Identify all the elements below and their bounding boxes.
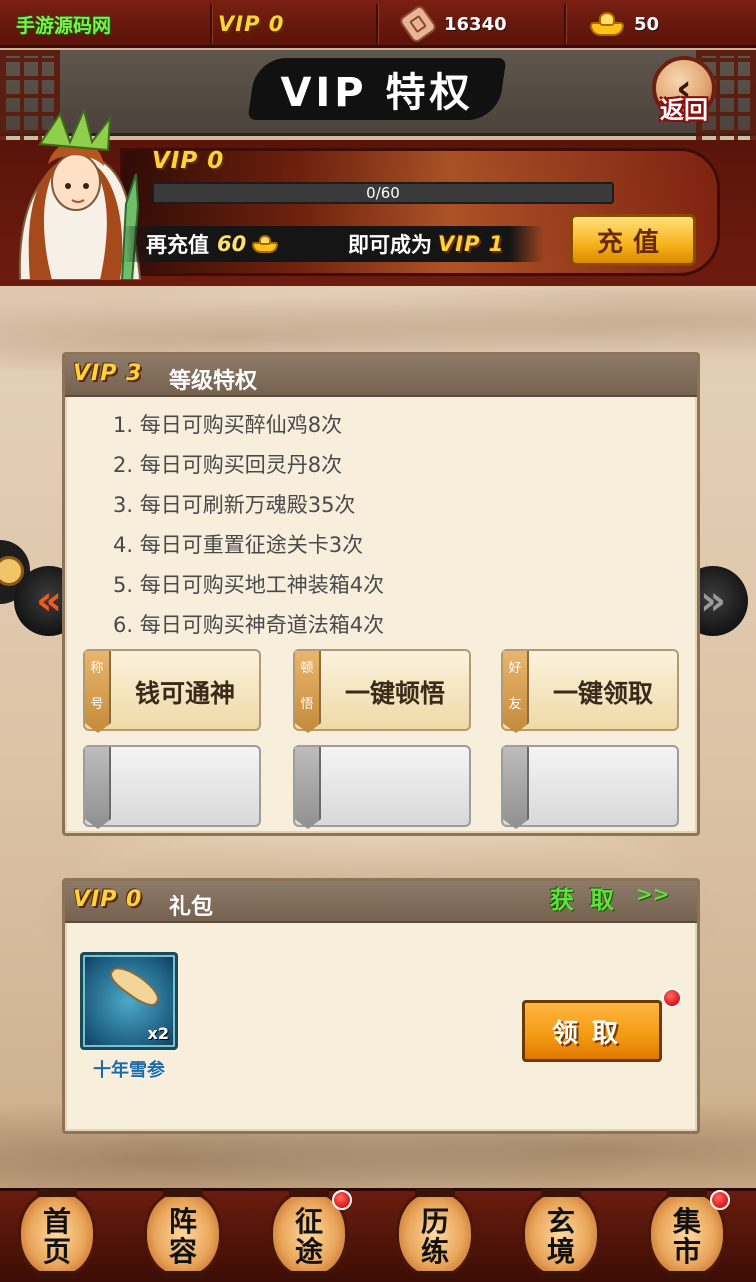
divider: [376, 4, 378, 44]
notification-dot: [332, 1190, 352, 1210]
privilege-tile-empty: [501, 745, 679, 829]
privilege-item: 2. 每日可购买回灵丹8次: [113, 453, 343, 477]
nav-label: 阵容: [168, 1205, 197, 1268]
divider: [210, 4, 212, 44]
tile-label: 一键领取: [552, 679, 653, 708]
divider: [564, 4, 566, 44]
privilege-tile-title[interactable]: 称号 钱可通神: [83, 649, 261, 733]
charge-button[interactable]: 充值: [570, 214, 696, 266]
privilege-title: 等级特权: [169, 369, 258, 394]
privilege-panel: VIP 3 等级特权 1. 每日可购买醉仙鸡8次 2. 每日可购买回灵丹8次 3…: [62, 352, 700, 836]
coupon-icon: [397, 3, 439, 45]
item-count: x2: [147, 1024, 169, 1043]
tile-tag: 顿悟: [295, 651, 321, 733]
privilege-item: 5. 每日可购买地工神装箱4次: [113, 573, 385, 597]
privilege-panel-header: VIP 3 等级特权: [65, 355, 697, 397]
gift-title: 礼包: [169, 895, 214, 920]
ingot-counter: 50: [590, 0, 659, 48]
tile-label: 钱可通神: [134, 679, 235, 708]
recharge-hint: 再充值 60: [146, 226, 279, 262]
tile-label: 一键顿悟: [344, 679, 445, 708]
nav-label: 历练: [420, 1205, 449, 1268]
nav-label: 集市: [672, 1205, 701, 1268]
privilege-tile-empty: [293, 745, 471, 829]
coupon-count: 16340: [444, 13, 507, 35]
tile-tag: 好友: [503, 651, 529, 733]
bottom-nav: [0, 1188, 756, 1282]
ingot-count: 50: [634, 13, 660, 35]
nav-label: 征途: [294, 1205, 323, 1268]
page-title: VIP 特权: [280, 70, 474, 116]
recharge-prefix: 再充值: [146, 233, 209, 257]
nav-home[interactable]: 首页: [18, 1189, 96, 1279]
gold-ingot-icon: [252, 235, 279, 253]
privilege-list: 1. 每日可购买醉仙鸡8次 2. 每日可购买回灵丹8次 3. 每日可刷新万魂殿3…: [113, 405, 384, 645]
nav-label: 首页: [42, 1205, 71, 1268]
ginseng-item-icon[interactable]: x2: [80, 952, 178, 1050]
ginseng-root-icon: [105, 960, 165, 1012]
privilege-tile-enlighten[interactable]: 顿悟 一键顿悟: [293, 649, 471, 733]
banner-vip-level: VIP 0: [152, 148, 225, 174]
get-gift-link[interactable]: 获取: [550, 880, 630, 915]
privilege-tile-friends[interactable]: 好友 一键领取: [501, 649, 679, 733]
nav-label: 玄境: [546, 1205, 575, 1268]
gift-vip-level: VIP 0: [73, 887, 143, 912]
next-vip-level: VIP 1: [438, 232, 505, 256]
status-bar: 手游源码网 VIP 0 16340 50: [0, 0, 756, 48]
privilege-item: 4. 每日可重置征途关卡3次: [113, 533, 364, 557]
vip-privilege-screen: 手游源码网 VIP 0 16340 50 VIP 特权 ‹ 返回 VIP 0 0…: [0, 0, 756, 1282]
privilege-item: 1. 每日可购买醉仙鸡8次: [113, 413, 343, 437]
privilege-tile-empty: [83, 745, 261, 829]
tile-tag: 称号: [85, 651, 111, 733]
current-vip-level: VIP 0: [218, 12, 285, 36]
back-button[interactable]: ‹ 返回: [638, 56, 730, 128]
vip-progress-text: 0/60: [366, 184, 400, 202]
notification-dot: [710, 1190, 730, 1210]
nav-lineup[interactable]: 阵容: [144, 1189, 222, 1279]
item-name: 十年雪参: [93, 1060, 165, 1081]
double-arrow-icon[interactable]: >>: [636, 882, 670, 906]
brand-watermark: 手游源码网: [16, 14, 112, 37]
recharge-target: 即可成为 VIP 1: [348, 226, 504, 262]
privilege-vip-level: VIP 3: [73, 361, 143, 386]
notification-dot: [662, 988, 682, 1008]
gold-ingot-icon: [590, 12, 624, 36]
privilege-item: 6. 每日可购买神奇道法箱4次: [113, 613, 385, 637]
vip-progress-bar: 0/60: [152, 182, 614, 204]
coupon-counter: 16340: [397, 0, 507, 48]
claim-button[interactable]: 领取: [522, 1000, 662, 1062]
nav-mystic[interactable]: 玄境: [522, 1189, 600, 1279]
nav-training[interactable]: 历练: [396, 1189, 474, 1279]
back-button-label: 返回: [660, 96, 708, 124]
recharge-amount: 60: [217, 232, 247, 256]
privilege-item: 3. 每日可刷新万魂殿35次: [113, 493, 356, 517]
recharge-suffix: 即可成为: [348, 233, 432, 257]
